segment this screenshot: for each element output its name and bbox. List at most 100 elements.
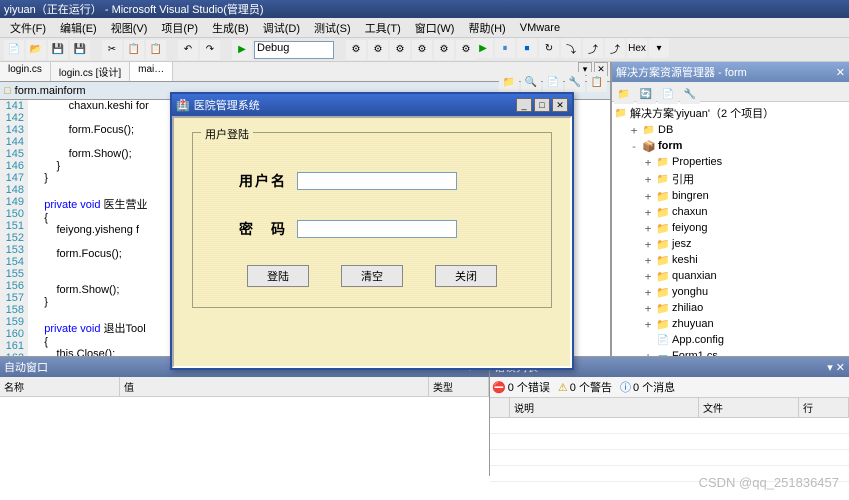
tool-icon[interactable]: ⚙	[390, 40, 410, 60]
solution-tree[interactable]: 📁解决方案'yiyuan'（2 个项目）+📁DB-📦form+📁Properti…	[612, 102, 849, 356]
close-icon[interactable]: ✕	[552, 98, 568, 112]
tool-icon[interactable]: ⚙	[346, 40, 366, 60]
continue-icon[interactable]: ▶	[232, 40, 252, 60]
new-project-icon[interactable]: 📄	[4, 40, 24, 60]
error-filter-tab[interactable]: ⓘ0 个消息	[620, 379, 675, 395]
tree-item[interactable]: +📁yonghu	[614, 284, 847, 300]
auto-window: 自动窗口 ▾ ✕ 名称 值 类型	[0, 357, 490, 476]
close-icon[interactable]: ✕	[836, 362, 845, 374]
tree-item[interactable]: +▭Form1.cs	[614, 348, 847, 356]
group-title: 用户登陆	[201, 126, 253, 142]
solution-explorer: 解决方案资源管理器 - form ✕ 📁 🔄 📄 🔧 📁解决方案'yiyuan'…	[611, 62, 849, 356]
sln-tool-icon[interactable]: 🔧	[565, 72, 585, 92]
step-over-icon[interactable]: ⤴	[583, 38, 603, 58]
col-desc[interactable]: 说明	[510, 398, 699, 417]
editor-tab[interactable]: login.cs [设计]	[51, 62, 130, 81]
login-button[interactable]: 登陆	[247, 265, 309, 287]
sln-tool-icon[interactable]: 📁	[614, 84, 634, 104]
col-name[interactable]: 名称	[0, 377, 120, 396]
error-grid-header: 说明 文件 行	[490, 398, 849, 418]
tree-item[interactable]: +📁DB	[614, 122, 847, 138]
menu-item[interactable]: 项目(P)	[155, 18, 204, 38]
form-icon: □	[4, 85, 11, 97]
error-grid-body[interactable]	[490, 418, 849, 482]
copy-icon[interactable]: 📋	[124, 40, 144, 60]
minimize-icon[interactable]: _	[516, 98, 532, 112]
auto-grid-body[interactable]	[0, 397, 489, 476]
menu-item[interactable]: 帮助(H)	[462, 18, 511, 38]
save-all-icon[interactable]: 💾	[70, 40, 90, 60]
step-into-icon[interactable]: ⤵	[561, 38, 581, 58]
tree-item[interactable]: +📁keshi	[614, 252, 847, 268]
col-icon[interactable]	[490, 398, 510, 417]
watermark: CSDN @qq_251836457	[699, 475, 839, 490]
cut-icon[interactable]: ✂	[102, 40, 122, 60]
tree-root[interactable]: 📁解决方案'yiyuan'（2 个项目）	[614, 104, 847, 122]
tree-item[interactable]: +📁bingren	[614, 188, 847, 204]
sln-tool-icon[interactable]: 🔄	[636, 84, 656, 104]
paste-icon[interactable]: 📋	[146, 40, 166, 60]
error-filter-tab[interactable]: ⚠0 个警告	[558, 379, 612, 395]
menu-item[interactable]: VMware	[514, 20, 566, 36]
clear-button[interactable]: 清空	[341, 265, 403, 287]
sln-tool-icon[interactable]: 📋	[587, 72, 607, 92]
redo-icon[interactable]: ↷	[200, 40, 220, 60]
tree-item[interactable]: +📁zhuyuan	[614, 316, 847, 332]
tool-icon[interactable]: ⚙	[434, 40, 454, 60]
close-icon[interactable]: ✕	[836, 66, 845, 79]
col-file[interactable]: 文件	[699, 398, 799, 417]
step-out-icon[interactable]: ⤴	[605, 38, 625, 58]
sln-tool-icon[interactable]: 📁	[499, 72, 519, 92]
continue-icon[interactable]: ▶	[473, 38, 493, 58]
menu-item[interactable]: 文件(F)	[4, 18, 52, 38]
window-title: yiyuan（正在运行） - Microsoft Visual Studio(管…	[0, 0, 849, 18]
tree-item[interactable]: 📄App.config	[614, 332, 847, 348]
close-button[interactable]: 关闭	[435, 265, 497, 287]
col-value[interactable]: 值	[120, 377, 429, 396]
save-icon[interactable]: 💾	[48, 40, 68, 60]
dropdown-icon[interactable]: ▾	[827, 362, 833, 374]
sln-tool-icon[interactable]: 📄	[543, 72, 563, 92]
hex-icon[interactable]: Hex	[627, 38, 647, 58]
col-line[interactable]: 行	[799, 398, 849, 417]
tool-icon[interactable]: ▾	[649, 38, 669, 58]
error-filter-tab[interactable]: ⛔0 个错误	[492, 379, 550, 395]
tree-item[interactable]: +📁jesz	[614, 236, 847, 252]
restart-icon[interactable]: ↻	[539, 38, 559, 58]
open-icon[interactable]: 📂	[26, 40, 46, 60]
pause-icon[interactable]: ⏸	[495, 38, 515, 58]
tree-item[interactable]: +📁引用	[614, 170, 847, 188]
stop-icon[interactable]: ⏹	[517, 38, 537, 58]
maximize-icon[interactable]: □	[534, 98, 550, 112]
menu-item[interactable]: 窗口(W)	[409, 18, 461, 38]
undo-icon[interactable]: ↶	[178, 40, 198, 60]
tree-item[interactable]: +📁chaxun	[614, 204, 847, 220]
sln-tool-icon[interactable]: 🔧	[680, 84, 700, 104]
password-input[interactable]	[297, 220, 457, 238]
menu-item[interactable]: 调试(D)	[257, 18, 306, 38]
menu-item[interactable]: 视图(V)	[105, 18, 154, 38]
debug-toolbar: ▶ ⏸ ⏹ ↻ ⤵ ⤴ ⤴ Hex ▾	[473, 38, 669, 60]
tree-item[interactable]: +📁Properties	[614, 154, 847, 170]
menu-item[interactable]: 工具(T)	[359, 18, 407, 38]
dialog-titlebar[interactable]: 🏥 医院管理系统 _ □ ✕	[172, 94, 572, 116]
menu-item[interactable]: 生成(B)	[206, 18, 255, 38]
tool-icon[interactable]: ⚙	[368, 40, 388, 60]
tree-item[interactable]: +📁quanxian	[614, 268, 847, 284]
sln-tool-icon[interactable]: 📄	[658, 84, 678, 104]
solution-explorer-title: 解决方案资源管理器 - form ✕	[612, 62, 849, 82]
tree-item[interactable]: -📦form	[614, 138, 847, 154]
config-combo[interactable]: Debug	[254, 41, 334, 59]
menu-item[interactable]: 测试(S)	[308, 18, 357, 38]
menu-item[interactable]: 编辑(E)	[54, 18, 103, 38]
col-type[interactable]: 类型	[429, 377, 489, 396]
sln-tool-icon[interactable]: 🔍	[521, 72, 541, 92]
tree-item[interactable]: +📁feiyong	[614, 220, 847, 236]
editor-tab[interactable]: login.cs	[0, 62, 51, 81]
tool-icon[interactable]: ⚙	[412, 40, 432, 60]
auto-grid-header: 名称 值 类型	[0, 377, 489, 397]
editor-tab[interactable]: mai…	[130, 62, 173, 81]
tree-item[interactable]: +📁zhiliao	[614, 300, 847, 316]
username-input[interactable]	[297, 172, 457, 190]
label-username: 用户名	[239, 171, 287, 191]
